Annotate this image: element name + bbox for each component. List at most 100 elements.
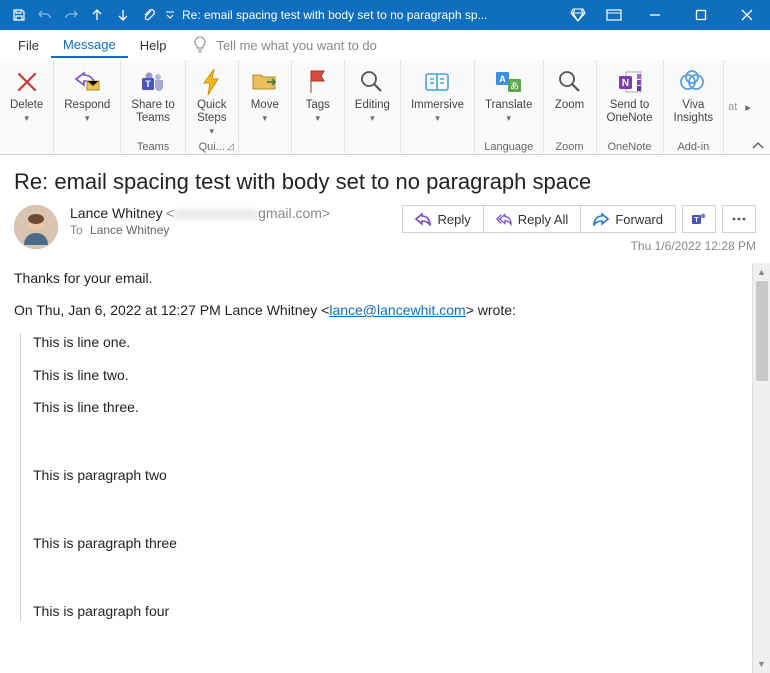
group-label-onenote: OneNote: [597, 141, 663, 153]
viva-button[interactable]: Viva Insights: [668, 64, 720, 138]
sender-domain: gmail.com>: [258, 205, 330, 221]
immersive-button[interactable]: Immersive ▾: [405, 64, 470, 138]
undo-icon[interactable]: [32, 0, 58, 30]
reply-all-button[interactable]: Reply All: [484, 206, 582, 232]
to-label: To: [70, 223, 83, 237]
forward-icon: [593, 211, 609, 227]
chevron-down-icon: ▾: [316, 113, 321, 124]
delete-icon: [11, 66, 43, 98]
attach-icon[interactable]: [136, 0, 162, 30]
forward-button[interactable]: Forward: [581, 206, 675, 232]
window-title: Re: email spacing test with body set to …: [178, 8, 560, 22]
quote-line: This is line three.: [33, 398, 738, 416]
dialog-launcher-icon[interactable]: ◿: [227, 141, 234, 152]
teams-icon: T: [137, 66, 169, 98]
maximize-button[interactable]: [678, 0, 724, 30]
scroll-down-icon[interactable]: ▼: [753, 655, 770, 673]
title-bar: Re: email spacing test with body set to …: [0, 0, 770, 30]
chevron-down-icon: ▾: [210, 126, 215, 137]
quote-line: This is paragraph three: [33, 534, 738, 552]
quoted-block: This is line one. This is line two. This…: [20, 333, 738, 620]
svg-text:T: T: [694, 217, 699, 224]
tell-me-search[interactable]: Tell me what you want to do: [210, 38, 376, 53]
quote-line: This is line one.: [33, 333, 738, 351]
svg-text:あ: あ: [510, 81, 519, 91]
ribbon: Delete ▾ Respond ▾ T Share to Teams Team…: [0, 60, 770, 155]
ribbon-mode-icon[interactable]: [596, 0, 632, 30]
email-timestamp: Thu 1/6/2022 12:28 PM: [631, 239, 756, 253]
lightbulb-icon: [190, 36, 210, 54]
close-button[interactable]: [724, 0, 770, 30]
zoom-icon: [554, 66, 586, 98]
translate-icon: Aあ: [493, 66, 525, 98]
to-name: Lance Whitney: [90, 223, 169, 237]
collapse-ribbon-icon[interactable]: [752, 141, 764, 151]
ribbon-overflow[interactable]: at ▸: [724, 60, 770, 154]
teams-share-button[interactable]: T: [682, 205, 716, 233]
chevron-down-icon: ▾: [370, 113, 375, 124]
quote-header: On Thu, Jan 6, 2022 at 12:27 PM Lance Wh…: [14, 301, 738, 319]
reply-icon: [415, 211, 431, 227]
minimize-button[interactable]: [632, 0, 678, 30]
reply-button[interactable]: Reply: [403, 206, 483, 232]
menu-bar: File Message Help Tell me what you want …: [0, 30, 770, 60]
chevron-down-icon: ▾: [263, 113, 268, 124]
sender-name: Lance Whitney: [70, 205, 163, 221]
onenote-button[interactable]: N Send to OneNote: [601, 64, 659, 138]
redo-icon[interactable]: [58, 0, 84, 30]
translate-button[interactable]: Aあ Translate ▾: [479, 64, 539, 138]
viva-icon: [677, 66, 709, 98]
move-icon: [249, 66, 281, 98]
group-label-quick: Qui...◿: [186, 141, 238, 153]
scroll-up-icon[interactable]: ▲: [753, 263, 770, 281]
save-icon[interactable]: [6, 0, 32, 30]
quote-line: This is line two.: [33, 366, 738, 384]
chevron-down-icon: ▾: [85, 113, 90, 124]
search-icon: [356, 66, 388, 98]
respond-button[interactable]: Respond ▾: [58, 64, 116, 138]
lightning-icon: [196, 66, 228, 98]
diamond-icon[interactable]: [560, 0, 596, 30]
menu-file[interactable]: File: [6, 34, 51, 57]
editing-button[interactable]: Editing ▾: [349, 64, 396, 138]
sender-row: Lance Whitney <xxxxxxxxxxxxgmail.com> To…: [0, 205, 770, 263]
quote-line: This is paragraph four: [33, 602, 738, 620]
respond-icon: [71, 66, 103, 98]
sender-email-blurred: xxxxxxxxxxxx: [174, 205, 258, 221]
zoom-button[interactable]: Zoom: [548, 64, 592, 138]
reply-all-icon: [496, 211, 512, 227]
svg-text:N: N: [621, 78, 628, 89]
scrollbar[interactable]: ▲ ▼: [752, 263, 770, 673]
quote-line: This is paragraph two: [33, 466, 738, 484]
group-label-teams: Teams: [121, 141, 184, 153]
group-label-language: Language: [475, 141, 543, 153]
svg-text:T: T: [145, 79, 151, 89]
share-teams-button[interactable]: T Share to Teams: [125, 64, 180, 138]
immersive-icon: [421, 66, 453, 98]
menu-message[interactable]: Message: [51, 33, 128, 58]
action-bar: Reply Reply All Forward: [402, 205, 676, 233]
quoted-email-link[interactable]: lance@lancewhit.com: [329, 302, 465, 318]
quick-steps-button[interactable]: Quick Steps ▾: [190, 64, 234, 138]
chevron-down-icon: ▾: [506, 113, 511, 124]
next-item-icon[interactable]: [110, 0, 136, 30]
scroll-thumb[interactable]: [756, 281, 768, 381]
move-button[interactable]: Move ▾: [243, 64, 287, 138]
chevron-down-icon: ▾: [435, 113, 440, 124]
email-body: Thanks for your email. On Thu, Jan 6, 20…: [0, 263, 752, 673]
avatar[interactable]: [14, 205, 58, 249]
prev-item-icon[interactable]: [84, 0, 110, 30]
flag-icon: [302, 66, 334, 98]
menu-help[interactable]: Help: [128, 34, 179, 57]
svg-text:A: A: [499, 74, 506, 84]
body-text: Thanks for your email.: [14, 269, 738, 287]
qat-dropdown-icon[interactable]: [162, 0, 178, 30]
delete-button[interactable]: Delete ▾: [4, 64, 49, 138]
tags-button[interactable]: Tags ▾: [296, 64, 340, 138]
email-subject: Re: email spacing test with body set to …: [14, 169, 756, 195]
group-label-addin: Add-in: [664, 141, 724, 153]
more-actions-button[interactable]: [722, 205, 756, 233]
onenote-icon: N: [614, 66, 646, 98]
chevron-down-icon: ▾: [24, 113, 29, 124]
group-label-zoom: Zoom: [544, 141, 596, 153]
